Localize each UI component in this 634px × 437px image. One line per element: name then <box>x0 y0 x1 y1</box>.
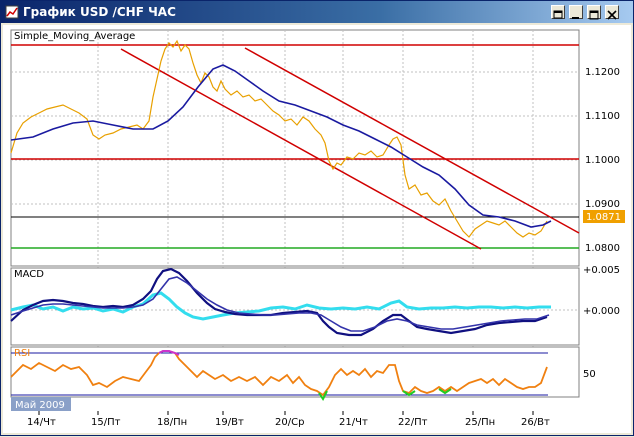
minimize-button[interactable] <box>569 5 583 19</box>
price-label: 1.1100 <box>585 111 620 122</box>
price-label: 1.0800 <box>585 243 620 254</box>
price-label: 1.0900 <box>585 199 620 210</box>
chart-area[interactable]: 1.1200 1.1100 1.1000 1.0900 1.0800 1.087… <box>3 25 631 433</box>
chart-window: График USD /CHF ЧАС 1.1200 1.1100 1.1000… <box>0 0 634 436</box>
restore-prev-button[interactable] <box>551 5 565 19</box>
rsi-panel-frame <box>10 346 580 398</box>
close-button[interactable] <box>605 5 619 20</box>
restore-button[interactable] <box>587 5 601 20</box>
window-title: График USD /CHF ЧАС <box>23 5 176 19</box>
rsi-label: RSI <box>14 348 30 359</box>
date-label: 25/Пн <box>465 417 495 428</box>
date-label: 21/Чт <box>339 417 368 428</box>
date-label: 20/Ср <box>275 417 304 428</box>
date-label: 26/Вт <box>521 417 550 428</box>
macd-scale-label: +0.005 <box>583 265 620 276</box>
date-label: 15/Пт <box>91 417 121 428</box>
chart-canvas[interactable]: 1.1200 1.1100 1.1000 1.0900 1.0800 1.087… <box>3 25 631 433</box>
title-bar[interactable]: График USD /CHF ЧАС <box>1 1 633 23</box>
date-label: 19/Вт <box>215 417 244 428</box>
restore-prev-icon <box>553 10 563 19</box>
close-icon <box>607 10 617 20</box>
current-price-value: 1.0871 <box>586 212 621 223</box>
macd-label: MACD <box>14 269 44 280</box>
price-label: 1.1200 <box>585 67 620 78</box>
restore-icon <box>589 10 599 20</box>
minimize-icon <box>572 17 579 19</box>
date-label: 14/Чт <box>27 417 56 428</box>
date-label: 18/Пн <box>157 417 187 428</box>
time-axis-ticks <box>38 411 534 415</box>
date-label: 22/Пт <box>398 417 428 428</box>
rsi-scale-label: 50 <box>583 369 596 380</box>
month-label: Май 2009 <box>15 400 65 411</box>
macd-scale-label: +0.000 <box>583 306 620 317</box>
chart-icon <box>5 5 19 19</box>
main-panel-frame <box>10 29 580 267</box>
indicator-label: Simple_Moving_Average <box>14 31 135 42</box>
price-label: 1.1000 <box>585 155 620 166</box>
